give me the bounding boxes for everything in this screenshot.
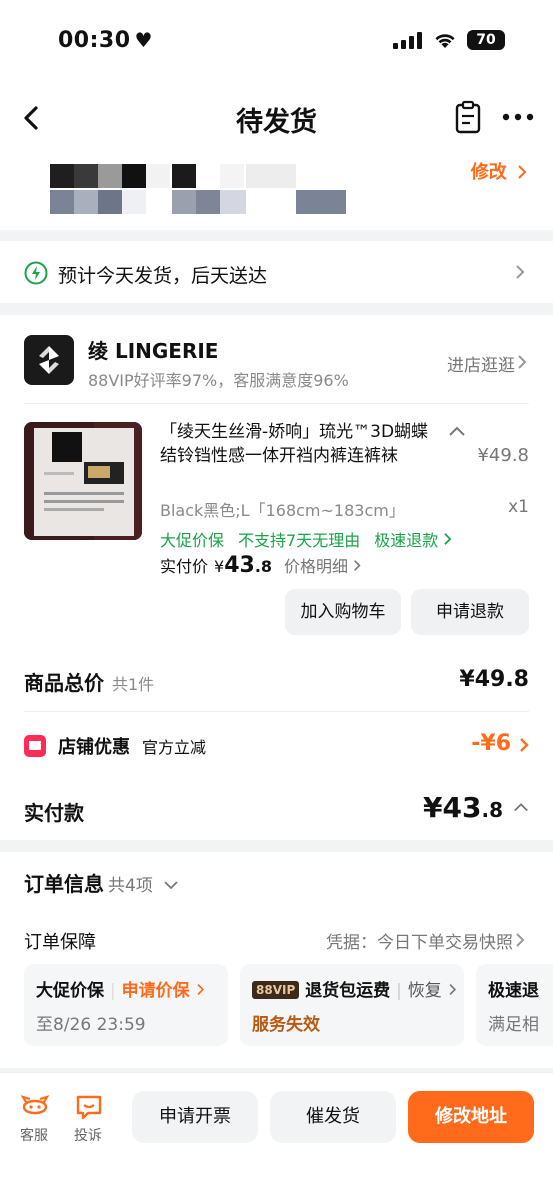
divider (24, 711, 529, 712)
chevron-up-icon[interactable] (448, 425, 466, 437)
order-info-section: 订单信息 共4项 订单保障 凭据：今日下单交易快照 大促价保 | 申请价保 至8/… (0, 852, 553, 1068)
discount-value: -¥6 (471, 731, 511, 756)
address-section[interactable]: 修改 (0, 154, 553, 230)
order-guarantee-label: 订单保障 (24, 932, 96, 953)
guarantee-tag: 不支持7天无理由 (238, 531, 361, 550)
enter-shop-label: 进店逛逛 (447, 356, 515, 376)
wifi-icon (435, 34, 455, 48)
currency-symbol: ¥ (214, 557, 225, 576)
restore-link[interactable]: 恢复 (408, 981, 442, 1001)
total-price-row: 商品总价 共1件 ¥49.8 (24, 667, 529, 697)
shop-name[interactable]: 绫 LINGERIE (88, 335, 218, 364)
nav-bar: 待发货 (0, 82, 553, 154)
guarantee-tag: 大促价保 (160, 531, 225, 550)
snapshot-link[interactable]: 凭据：今日下单交易快照 (326, 928, 513, 953)
chevron-down-icon (164, 881, 178, 890)
coupon-icon (24, 735, 46, 757)
total-price-label: 商品总价 (24, 671, 104, 695)
card-title: 极速退 (488, 981, 539, 1001)
chevron-right-icon (196, 984, 204, 995)
request-invoice-button[interactable]: 申请开票 (132, 1091, 258, 1143)
chevron-right-icon (520, 738, 529, 752)
customer-service-label[interactable]: 客服 (20, 1125, 48, 1145)
price-protection-deadline: 至8/26 23:59 (36, 1015, 146, 1035)
shop-card: 绫 LINGERIE 88VIP好评率97%，客服满意度96% 进店逛逛 「绫天… (0, 315, 553, 840)
status-icons: 70 (393, 30, 505, 50)
shop-logo[interactable] (24, 335, 74, 385)
delivery-text: 预计今天发货，后天送达 (58, 265, 268, 287)
bottom-action-bar: 客服 投诉 申请开票 催发货 修改地址 (0, 1072, 553, 1200)
modify-address-button[interactable]: 修改地址 (408, 1091, 534, 1143)
return-shipping-card[interactable]: 88VIP 退货包运费 | 恢复 服务失效 (240, 964, 464, 1046)
card-subtitle: 满足相 (488, 1015, 539, 1035)
time-text: 00:30 (58, 28, 131, 53)
more-icon[interactable] (500, 102, 536, 132)
product-image[interactable] (24, 422, 142, 540)
shop-discount-row[interactable]: 店铺优惠 官方立减 -¥6 (24, 731, 529, 763)
paid-price-integer: 43 (224, 553, 255, 578)
card-title: 大促价保 | 申请价保 (36, 976, 205, 1001)
divider (24, 403, 529, 404)
shop-logo-icon (39, 346, 59, 374)
product-spec: Black黑色;L「168cm~183cm」 (160, 501, 405, 520)
delivery-estimate-row[interactable]: 预计今天发货，后天送达 (0, 241, 553, 303)
customer-service-icon[interactable] (20, 1093, 50, 1121)
urge-shipment-button[interactable]: 催发货 (270, 1091, 396, 1143)
guarantee-tag: 极速退款 (374, 527, 452, 551)
order-info-title: 订单信息 (24, 872, 104, 896)
discount-type: 官方立减 (142, 738, 207, 757)
battery-icon: 70 (467, 30, 505, 50)
paid-total-value: ¥43.8 (423, 791, 503, 824)
status-bar: 00:30 ♥ 70 (0, 0, 553, 82)
product-paid-price: 实付价 ¥43.8 价格明细 (160, 553, 361, 578)
vip-badge: 88VIP (252, 981, 300, 999)
chevron-right-icon (516, 933, 525, 947)
guarantee-tags[interactable]: 大促价保 不支持7天无理由 极速退款 (160, 527, 452, 551)
status-time: 00:30 ♥ (58, 28, 153, 53)
product-quantity: x1 (508, 497, 529, 517)
fast-refund-card[interactable]: 极速退 满足相 (476, 964, 553, 1046)
shop-discount-label: 店铺优惠 (58, 737, 130, 758)
service-status: 服务失效 (252, 1015, 320, 1035)
item-count: 共1件 (112, 675, 155, 694)
price-protection-card[interactable]: 大促价保 | 申请价保 至8/26 23:59 (24, 964, 228, 1046)
heart-icon: ♥ (134, 28, 153, 52)
product-photo (24, 422, 142, 540)
clipboard-icon[interactable] (453, 100, 483, 134)
complaint-label[interactable]: 投诉 (74, 1125, 102, 1145)
request-refund-button[interactable]: 申请退款 (411, 589, 529, 635)
price-detail-link[interactable]: 价格明细 (284, 553, 361, 577)
paid-total-label: 实付款 (24, 801, 84, 825)
chevron-right-icon (449, 984, 456, 995)
paid-total-row[interactable]: 实付款 ¥43.8 (24, 791, 529, 831)
order-info-count: 共4项 (108, 876, 153, 896)
chevron-right-icon (354, 560, 361, 571)
chevron-right-icon (518, 165, 527, 179)
enter-shop-link[interactable]: 进店逛逛 (447, 351, 515, 376)
order-info-header[interactable]: 订单信息 共4项 (24, 868, 178, 897)
paid-price-decimal: .8 (254, 557, 273, 576)
signal-icon (393, 31, 423, 49)
product-price: ¥49.8 (477, 445, 529, 466)
edit-address-label: 修改 (470, 162, 507, 183)
paid-price-label: 实付价 (160, 557, 209, 576)
complaint-icon[interactable] (74, 1093, 104, 1121)
chevron-right-icon (518, 355, 527, 369)
apply-price-protection-link[interactable]: 申请价保 (122, 981, 190, 1001)
edit-address-link[interactable]: 修改 (471, 158, 527, 184)
total-price-value: ¥49.8 (459, 667, 529, 692)
product-title[interactable]: 「绫天生丝滑-娇响」琉光™3D蝴蝶结铃铛性感一体开裆内裤连裤袜 (160, 420, 440, 468)
chevron-right-icon (444, 533, 452, 545)
shop-rating: 88VIP好评率97%，客服满意度96% (88, 371, 349, 390)
add-to-cart-button[interactable]: 加入购物车 (285, 589, 401, 635)
chevron-up-icon (514, 803, 528, 812)
lightning-icon (24, 261, 48, 285)
card-title: 88VIP 退货包运费 | 恢复 (252, 976, 457, 1001)
chevron-right-icon (516, 265, 525, 279)
